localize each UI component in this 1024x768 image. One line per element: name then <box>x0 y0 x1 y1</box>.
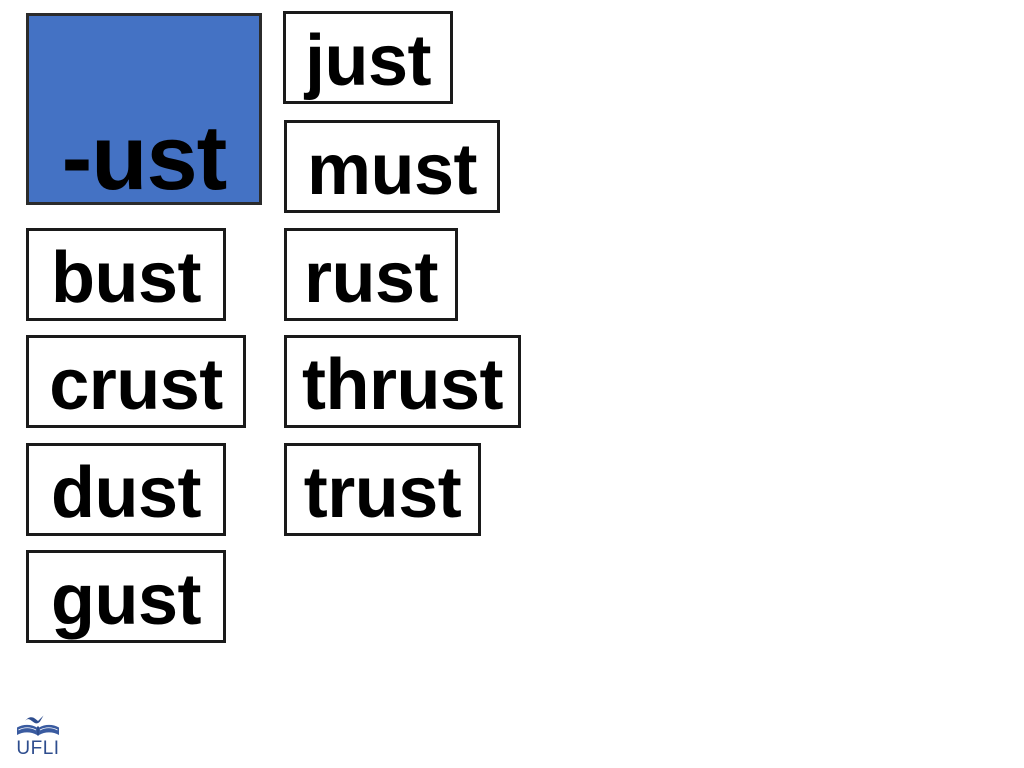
word-card-just[interactable]: just <box>283 11 453 104</box>
word-card-label: just <box>304 20 432 101</box>
word-card-label: dust <box>51 452 201 533</box>
word-card-must[interactable]: must <box>284 120 500 213</box>
word-card-dust[interactable]: dust <box>26 443 226 536</box>
word-card-crust[interactable]: crust <box>26 335 246 428</box>
word-card-label: thrust <box>302 344 503 425</box>
word-card-rust[interactable]: rust <box>284 228 458 321</box>
ufli-logo: UFLI <box>10 714 66 760</box>
word-card-label: rust <box>303 237 439 318</box>
word-card-bust[interactable]: bust <box>26 228 226 321</box>
word-card-label: must <box>306 129 478 210</box>
word-card-trust[interactable]: trust <box>284 443 481 536</box>
word-card-label: gust <box>51 559 201 640</box>
rime-pattern-label: -ust <box>61 107 228 205</box>
word-card-thrust[interactable]: thrust <box>284 335 521 428</box>
slide-canvas: -ust just must bust rust crust thrust du… <box>0 0 1024 768</box>
word-card-gust[interactable]: gust <box>26 550 226 643</box>
word-card-label: trust <box>303 452 462 533</box>
ufli-logo-text: UFLI <box>16 738 60 759</box>
word-card-label: bust <box>51 237 201 318</box>
open-book-with-bird-icon <box>17 715 59 736</box>
word-card-label: crust <box>49 344 223 425</box>
rime-pattern-box[interactable]: -ust <box>26 13 262 205</box>
